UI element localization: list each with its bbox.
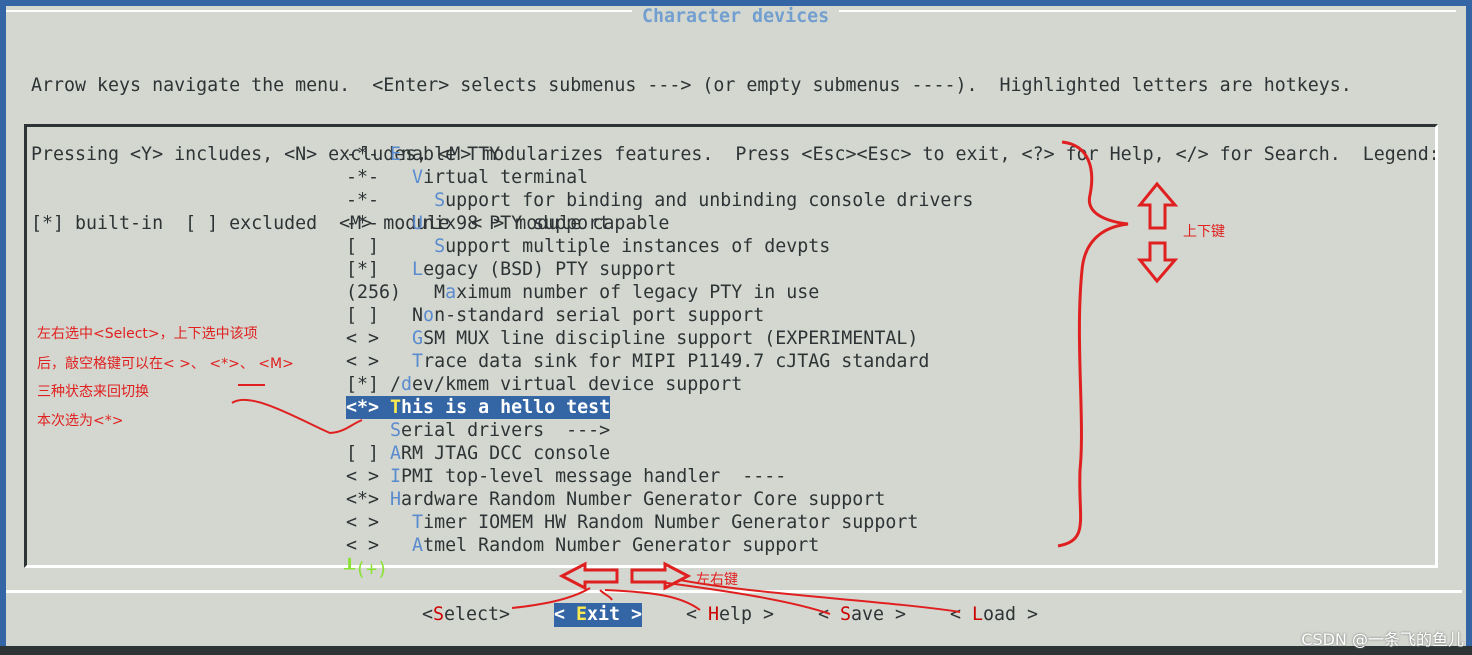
annotation-note: 左右选中<Select>，上下选中该项 bbox=[37, 326, 258, 342]
annotation-left-right: 左右键 bbox=[696, 572, 738, 588]
watermark: CSDN @一条飞的鱼儿 bbox=[1301, 630, 1464, 649]
brace-right bbox=[1057, 140, 1129, 548]
arrow-down-icon bbox=[1136, 241, 1179, 284]
arrow-up-icon bbox=[1136, 181, 1179, 230]
annotation-note: 后，敲空格键可以在< >、 <*>、 <M> bbox=[37, 356, 294, 372]
arrow-left-icon bbox=[558, 561, 619, 591]
annotation-note: 三种状态来回切换 bbox=[37, 384, 149, 400]
annotation-note: 本次选为<*> bbox=[37, 413, 124, 429]
annotation-up-down: 上下键 bbox=[1183, 224, 1225, 240]
